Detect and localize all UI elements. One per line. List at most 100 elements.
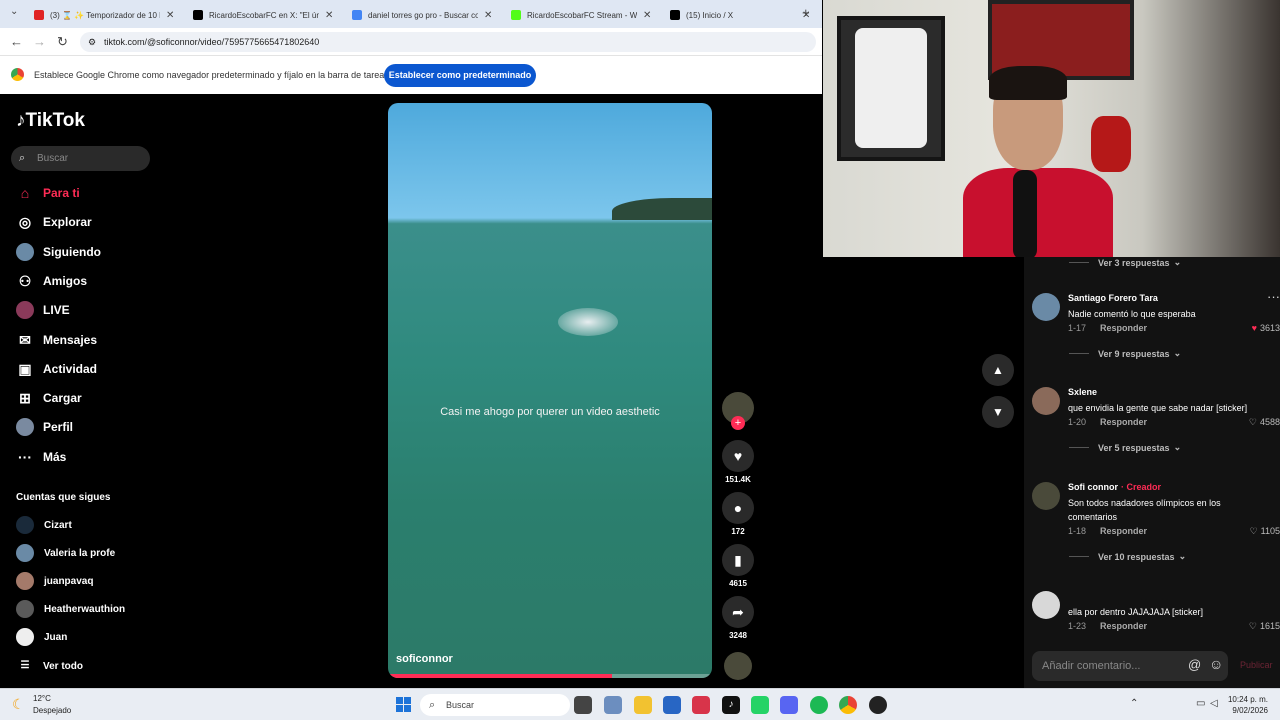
- forward-arrow-icon[interactable]: →: [33, 34, 46, 49]
- following-account[interactable]: juanpavaq: [16, 571, 93, 591]
- task-view-icon[interactable]: [574, 696, 592, 714]
- previous-video-button[interactable]: ▲: [982, 354, 1014, 386]
- browser-tab[interactable]: RicardoEscobarFC en X: "El únic ✕: [187, 4, 343, 26]
- network-icon[interactable]: ▭: [1196, 698, 1205, 709]
- site-settings-icon[interactable]: ⚙: [88, 32, 96, 52]
- live-avatar-icon: [16, 301, 34, 320]
- comment-like[interactable]: ♡ 1105: [1250, 526, 1280, 537]
- following-account[interactable]: Valeria la profe: [16, 543, 115, 563]
- avatar[interactable]: [1032, 387, 1060, 415]
- reply-button[interactable]: Responder: [1100, 323, 1147, 333]
- store-icon[interactable]: [663, 696, 681, 714]
- tray-chevron-icon[interactable]: ⌃: [1130, 698, 1138, 709]
- reply-button[interactable]: Responder: [1100, 526, 1147, 536]
- sound-avatar[interactable]: [722, 652, 754, 680]
- new-tab-plus-icon[interactable]: +: [802, 5, 810, 20]
- view-replies-link[interactable]: Ver 3 respuestas ⌄: [1069, 257, 1181, 268]
- tab-search-chevron-icon[interactable]: ⌄: [10, 6, 18, 17]
- chevron-up-icon: ▲: [992, 363, 1004, 377]
- nav-item-actividad[interactable]: ▣ Actividad: [16, 359, 97, 379]
- see-all-link[interactable]: ☰ Ver todo: [16, 656, 84, 676]
- volume-icon[interactable]: ◁: [1210, 698, 1218, 709]
- publish-button[interactable]: Publicar: [1240, 660, 1273, 670]
- windows-taskbar: ☾ 12°C Despejado ⌕ Buscar ♪ ⌃ ▭ ◁ 10:24 …: [0, 688, 1280, 720]
- nav-item-live[interactable]: LIVE: [16, 300, 70, 320]
- nav-item-explorar[interactable]: ◎ Explorar: [16, 212, 92, 232]
- avatar[interactable]: [1032, 293, 1060, 321]
- clock[interactable]: 10:24 p. m. 9/02/2026: [1220, 694, 1268, 716]
- nav-item-mensajes[interactable]: ✉ Mensajes: [16, 330, 97, 350]
- whatsapp-icon[interactable]: [751, 696, 769, 714]
- tab-close-icon[interactable]: ✕: [484, 10, 492, 21]
- address-bar[interactable]: ⚙ tiktok.com/@soficonnor/video/759577566…: [80, 32, 816, 52]
- following-account[interactable]: Juan: [16, 627, 67, 647]
- view-replies-link[interactable]: Ver 10 respuestas ⌄: [1069, 551, 1186, 562]
- taskbar-search[interactable]: ⌕ Buscar: [420, 694, 570, 716]
- comment-like[interactable]: ♥ 3613: [1252, 323, 1280, 333]
- save-button[interactable]: ▮ 4615: [722, 544, 754, 588]
- nav-item-label: Para ti: [43, 186, 80, 200]
- browser-tab[interactable]: (15) Inicio / X ✕: [664, 4, 820, 26]
- compass-icon: ◎: [18, 214, 32, 231]
- comment-like[interactable]: ♡ 1615: [1249, 621, 1280, 632]
- comment-text: ella por dentro JAJAJAJA [sticker]: [1068, 607, 1204, 617]
- more-options-icon[interactable]: ···: [1267, 289, 1280, 304]
- file-explorer-icon[interactable]: [634, 696, 652, 714]
- app-red-icon[interactable]: [692, 696, 710, 714]
- comment-author[interactable]: Sxlene: [1068, 387, 1097, 397]
- nav-item-perfil[interactable]: Perfil: [16, 417, 73, 437]
- spotify-icon[interactable]: [810, 696, 828, 714]
- video-player[interactable]: Casi me ahogo por querer un video aesthe…: [388, 103, 712, 678]
- reload-icon[interactable]: ↻: [57, 34, 68, 50]
- next-video-button[interactable]: ▼: [982, 396, 1014, 428]
- video-progress-bar[interactable]: [388, 674, 712, 678]
- chevron-down-icon: ⌄: [1178, 551, 1187, 561]
- view-replies-link[interactable]: Ver 9 respuestas ⌄: [1069, 348, 1181, 359]
- comment-meta: 1-20 Responder: [1068, 417, 1147, 427]
- reply-button[interactable]: Responder: [1100, 621, 1147, 631]
- tab-close-icon[interactable]: ✕: [643, 10, 651, 21]
- friends-icon: ⚇: [18, 272, 32, 289]
- tab-close-icon[interactable]: ✕: [166, 10, 174, 21]
- avatar[interactable]: [1032, 591, 1060, 619]
- following-account[interactable]: Heatherwauthion: [16, 599, 125, 619]
- start-button[interactable]: [396, 697, 411, 712]
- webcam-overlay: [823, 0, 1280, 257]
- emoji-icon[interactable]: ☺: [1209, 656, 1223, 672]
- nav-item-para-ti[interactable]: ⌂ Para ti: [16, 183, 80, 203]
- follow-plus-icon[interactable]: +: [731, 416, 745, 430]
- like-button[interactable]: ♥ 151.4K: [722, 440, 754, 484]
- comment-author[interactable]: Sofi connor · Creador: [1068, 482, 1161, 492]
- following-account[interactable]: Cizart: [16, 515, 72, 535]
- browser-tab[interactable]: RicardoEscobarFC Stream - Wat ✕: [505, 4, 661, 26]
- creator-badge: · Creador: [1121, 482, 1162, 492]
- account-name: Valeria la profe: [44, 547, 116, 559]
- chrome-icon[interactable]: [839, 696, 857, 714]
- search-input[interactable]: ⌕ Buscar: [11, 146, 150, 171]
- tiktok-app-icon[interactable]: ♪: [722, 696, 740, 714]
- reply-button[interactable]: Responder: [1100, 417, 1147, 427]
- comment-text: que envidia la gente que sabe nadar [sti…: [1068, 403, 1248, 413]
- browser-tab[interactable]: (3) ⌛ ✨ Temporizador de 10 M ✕: [28, 4, 184, 26]
- tab-close-icon[interactable]: ✕: [325, 10, 333, 21]
- view-replies-link[interactable]: Ver 5 respuestas ⌄: [1069, 442, 1181, 453]
- tiktok-logo[interactable]: ♪TikTok: [16, 110, 85, 132]
- comment-button[interactable]: ● 172: [722, 492, 754, 536]
- nav-item-siguiendo[interactable]: Siguiendo: [16, 242, 101, 262]
- nav-item-cargar[interactable]: ⊞ Cargar: [16, 388, 82, 408]
- nav-item-amigos[interactable]: ⚇ Amigos: [16, 271, 87, 291]
- comment-like[interactable]: ♡ 4588: [1249, 417, 1280, 428]
- set-default-button[interactable]: Establecer como predeterminado: [384, 64, 536, 87]
- avatar[interactable]: [1032, 482, 1060, 510]
- comment-author[interactable]: Santiago Forero Tara: [1068, 293, 1158, 303]
- browser-tab[interactable]: daniel torres go pro - Buscar co ✕: [346, 4, 502, 26]
- share-button[interactable]: ➦ 3248: [722, 596, 754, 640]
- widgets-icon[interactable]: [604, 696, 622, 714]
- back-arrow-icon[interactable]: ←: [10, 34, 23, 49]
- discord-icon[interactable]: [780, 696, 798, 714]
- nav-item-más[interactable]: ··· Más: [16, 447, 66, 467]
- mention-icon[interactable]: @: [1188, 657, 1201, 672]
- creator-avatar[interactable]: +: [722, 392, 754, 430]
- tab-title: RicardoEscobarFC en X: "El únic: [209, 10, 319, 20]
- app-dark-icon[interactable]: [869, 696, 887, 714]
